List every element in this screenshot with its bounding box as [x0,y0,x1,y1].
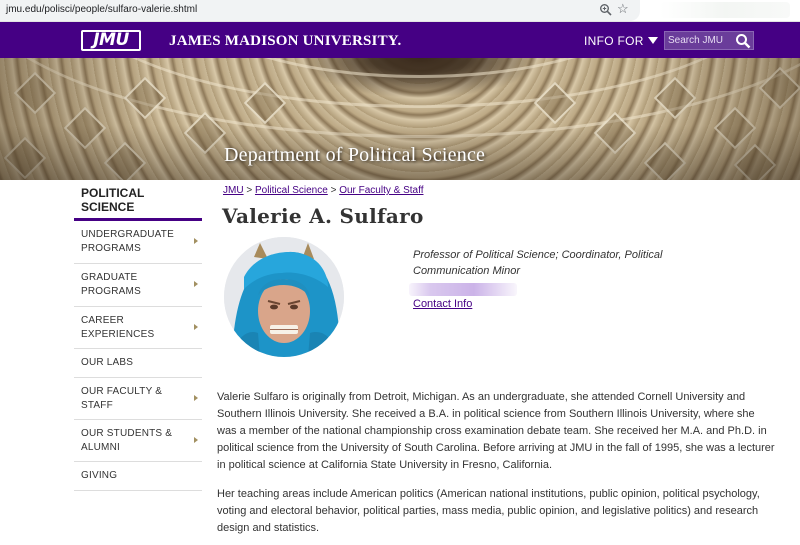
sidebar-item-our-faculty-staff[interactable]: OUR FACULTY & STAFF [74,378,202,420]
sidebar-item-label: OUR LABS [81,357,134,368]
chevron-right-icon [194,323,198,330]
sidebar-item-label: GRADUATE PROGRAMS [81,272,141,297]
bio-paragraph: Valerie Sulfaro is originally from Detro… [217,391,775,471]
logo-text: JMU [81,30,141,51]
sidebar-item-label: OUR FACULTY & STAFF [81,385,163,411]
sidebar-item-career-experiences[interactable]: CAREER EXPERIENCES [74,307,202,349]
breadcrumb: JMU > Political Science > Our Faculty & … [223,185,423,196]
url-text[interactable]: jmu.edu/polisci/people/sulfaro-valerie.s… [6,4,197,15]
sidebar-item-label: OUR STUDENTS & ALUMNI [81,427,173,453]
search-input[interactable] [668,33,734,48]
sidebar-item-our-labs[interactable]: OUR LABS [74,349,202,378]
search-icon[interactable] [735,33,751,49]
contact-info-link[interactable]: Contact Info [413,298,472,310]
zoom-icon[interactable] [599,3,613,17]
star-icon[interactable]: ☆ [617,2,629,16]
breadcrumb-separator: > [330,185,337,196]
browser-address-bar: jmu.edu/polisci/people/sulfaro-valerie.s… [0,0,800,22]
search-box [664,31,754,50]
redacted-field [409,283,517,296]
info-for-menu[interactable]: INFO FOR [584,34,658,48]
university-name[interactable]: JAMES MADISON UNIVERSITY. [169,33,401,50]
biography: Valerie Sulfaro is originally from Detro… [217,389,777,545]
profile-photo-image [224,237,344,357]
department-title: Department of Political Science [224,144,486,166]
sidebar-heading[interactable]: POLITICAL SCIENCE [74,180,202,221]
breadcrumb-link-political-science[interactable]: Political Science [255,185,328,196]
profile-photo [224,237,344,357]
sidebar-item-giving[interactable]: GIVING [74,462,202,491]
page-title: Valerie A. Sulfaro [222,204,424,228]
hero-banner: Department of Political Science [0,58,800,180]
chevron-right-icon [194,281,198,287]
chevron-right-icon [194,394,198,401]
omnibox[interactable]: jmu.edu/polisci/people/sulfaro-valerie.s… [0,0,640,21]
bio-paragraph: Her teaching areas include American poli… [217,488,760,534]
caret-down-icon [647,37,658,44]
chevron-right-icon [194,238,198,244]
site-header: JMU JAMES MADISON UNIVERSITY. INFO FOR [0,22,800,58]
chevron-right-icon [194,436,198,443]
breadcrumb-separator: > [246,185,253,196]
sidebar-item-label: UNDERGRADUATE PROGRAMS [81,229,174,254]
sidebar-item-undergraduate-programs[interactable]: UNDERGRADUATE PROGRAMS [74,221,202,264]
sidebar-item-label: CAREER EXPERIENCES [81,314,155,340]
info-for-label: INFO FOR [584,34,644,48]
toolbar-extensions-area [660,2,790,18]
jmu-logo[interactable]: JMU [81,30,141,51]
sidebar-item-label: GIVING [81,470,118,481]
sidebar-item-graduate-programs[interactable]: GRADUATE PROGRAMS [74,264,202,307]
breadcrumb-link-faculty-staff[interactable]: Our Faculty & Staff [339,185,423,196]
profile-title: Professor of Political Science; Coordina… [413,249,663,277]
breadcrumb-link-jmu[interactable]: JMU [223,185,244,196]
section-sidebar: POLITICAL SCIENCE UNDERGRADUATE PROGRAMS… [74,180,202,491]
sidebar-item-our-students-alumni[interactable]: OUR STUDENTS & ALUMNI [74,420,202,462]
